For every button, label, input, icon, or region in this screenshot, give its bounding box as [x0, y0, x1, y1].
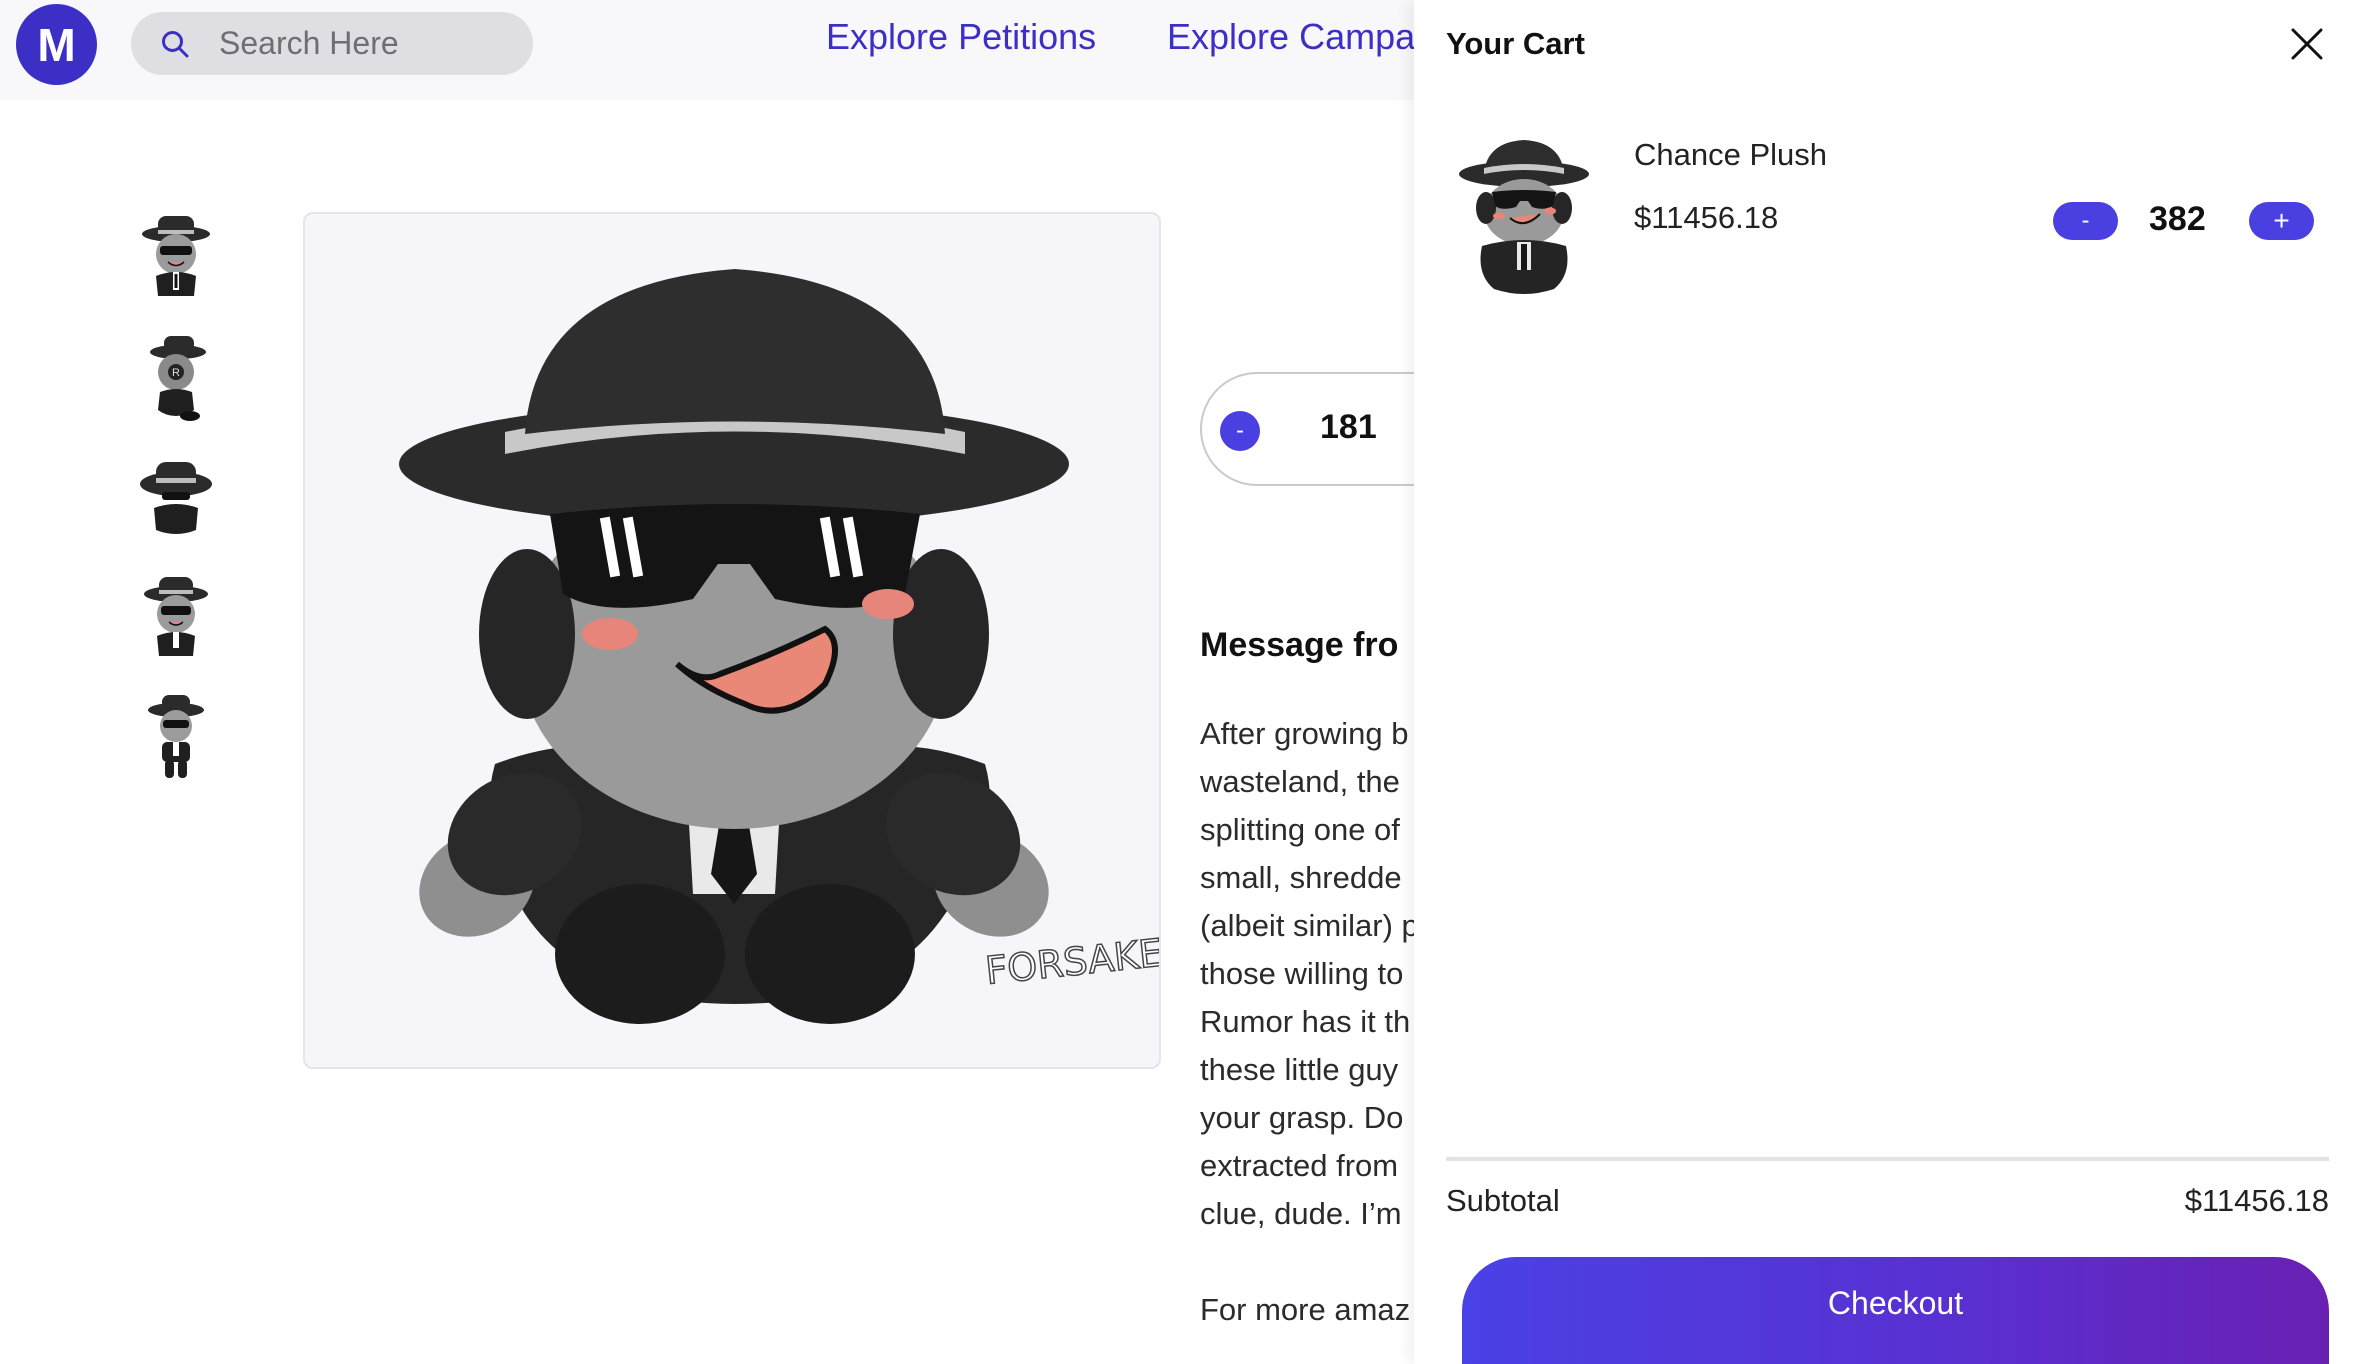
product-quantity-value: 181 [1320, 408, 1377, 446]
forsaken-watermark: FORSAKEN [983, 928, 1161, 993]
checkout-button[interactable]: Checkout [1462, 1257, 2329, 1364]
plush-side-thumbnail-image [144, 577, 208, 656]
nav-explore-petitions[interactable]: Explore Petitions [826, 16, 1096, 58]
plush-back-thumbnail-image: R [150, 336, 206, 421]
description-line: clue, dude. I’m [1200, 1196, 1402, 1231]
svg-text:R: R [172, 367, 180, 379]
description-more-line: For more amaz [1200, 1292, 1411, 1327]
cart-increase-button[interactable]: + [2249, 202, 2314, 240]
search-icon [162, 31, 189, 58]
close-cart-button[interactable] [2287, 24, 2327, 64]
cart-title: Your Cart [1446, 26, 1585, 61]
plush-standing-thumbnail-image [148, 695, 204, 778]
description-line: Rumor has it th [1200, 1004, 1411, 1039]
description-line: your grasp. Do [1200, 1100, 1404, 1135]
description-line: (albeit similar) p [1200, 908, 1415, 943]
cart-item-thumbnail[interactable] [1454, 134, 1594, 299]
product-description: After growing b wasteland, the splitting… [1200, 710, 1415, 1334]
chance-plush-image: FORSAKEN [399, 269, 1161, 1024]
cart-item-price: $11456.18 [1634, 200, 1779, 235]
cart-plush-image [1459, 140, 1589, 294]
description-line: those willing to [1200, 956, 1404, 991]
plush-top-thumbnail-image [140, 462, 212, 534]
subtotal-value: $11456.18 [2184, 1183, 2329, 1218]
plush-thumbnail-image [142, 216, 210, 296]
product-thumbnail-2[interactable]: R [136, 332, 216, 422]
product-main-image[interactable]: FORSAKEN [303, 212, 1161, 1069]
cart-item-name[interactable]: Chance Plush [1634, 137, 1827, 173]
product-thumbnail-5[interactable] [136, 692, 216, 782]
cart-drawer: Your Cart Chance Plush $11456.18 - 382 +… [1414, 0, 2360, 1364]
cart-divider [1446, 1157, 2329, 1161]
close-icon [2291, 28, 2323, 60]
search-bar[interactable] [131, 12, 533, 75]
product-thumbnail-1[interactable] [136, 212, 216, 302]
top-navbar: M Explore Petitions Explore Campa [0, 0, 1415, 100]
site-logo[interactable]: M [16, 4, 97, 85]
decrease-quantity-button[interactable]: - [1220, 411, 1260, 451]
search-input[interactable] [219, 12, 509, 75]
description-line: these little guy [1200, 1052, 1399, 1087]
cart-decrease-button[interactable]: - [2053, 202, 2118, 240]
message-title: Message fro [1200, 626, 1399, 664]
cart-item-quantity: 382 [2149, 200, 2206, 238]
description-line: splitting one of [1200, 812, 1400, 847]
description-line: small, shredde [1200, 860, 1402, 895]
nav-explore-campaigns[interactable]: Explore Campa [1167, 16, 1415, 58]
product-thumbnail-3[interactable] [136, 452, 216, 542]
description-line: extracted from [1200, 1148, 1399, 1183]
product-thumbnail-4[interactable] [136, 572, 216, 662]
description-line: After growing b [1200, 716, 1409, 751]
description-line: wasteland, the [1200, 764, 1400, 799]
subtotal-label: Subtotal [1446, 1183, 1560, 1218]
